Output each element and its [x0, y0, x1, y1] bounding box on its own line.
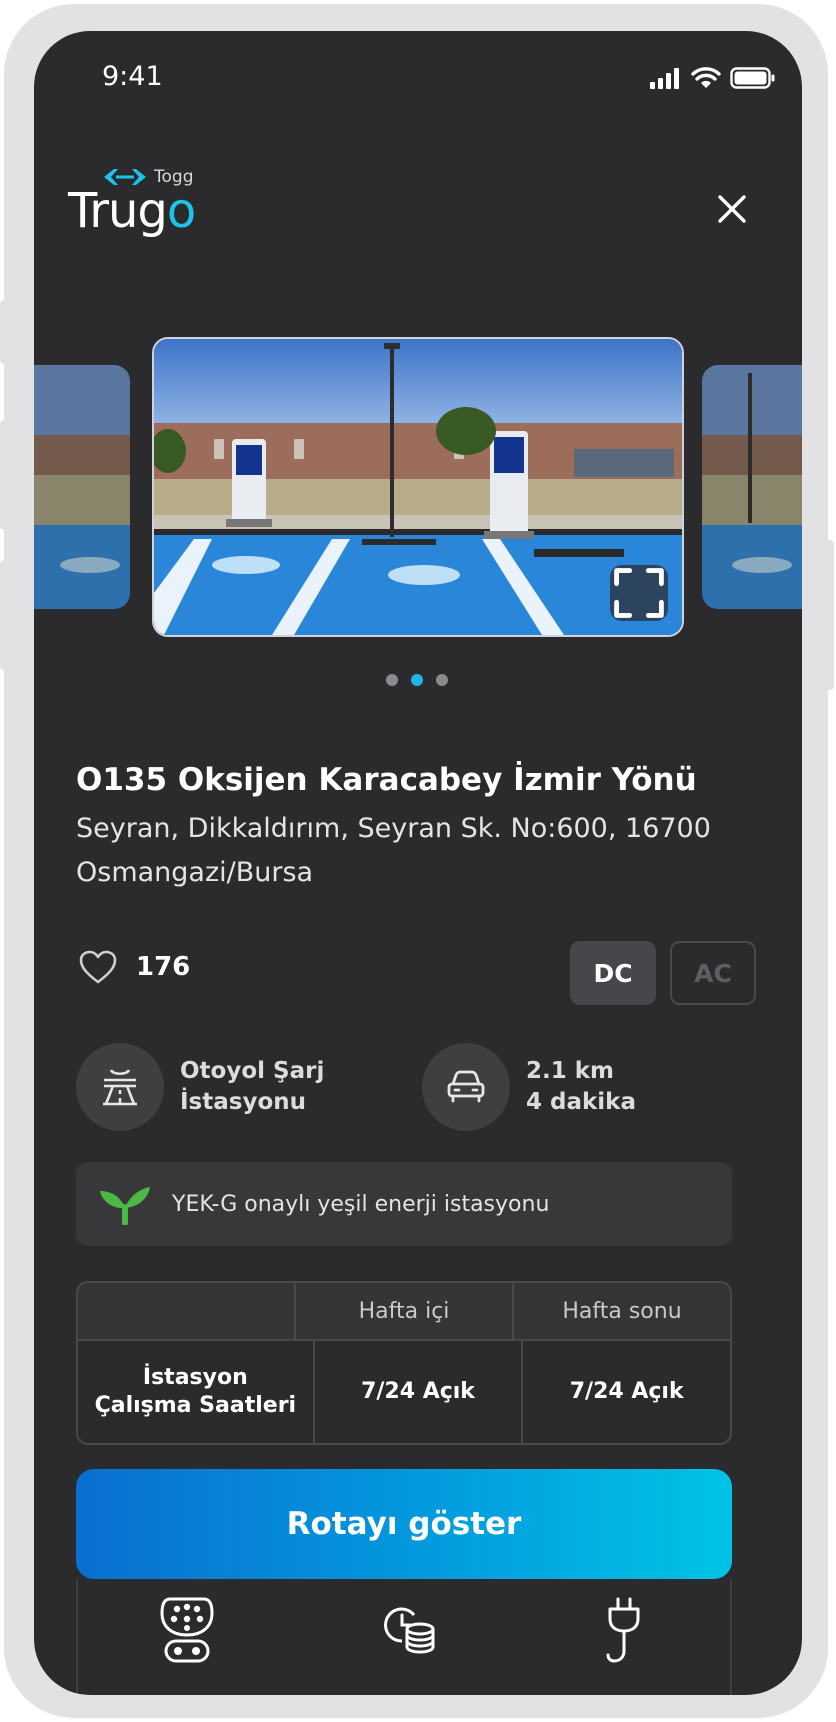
- heart-icon: [79, 950, 117, 984]
- station-title: O135 Oksijen Karacabey İzmir Yönü: [76, 762, 697, 798]
- pagination-dot-active[interactable]: [411, 674, 423, 686]
- station-type-line2: İstasyonu: [180, 1089, 306, 1115]
- device-side-button: [0, 420, 8, 530]
- cellular-signal-icon: [650, 68, 679, 89]
- pagination-dot[interactable]: [386, 674, 398, 686]
- table-row-label: İstasyon Çalışma Saatleri: [78, 1341, 315, 1443]
- gallery-photo-previous[interactable]: [34, 365, 130, 609]
- device-side-button: [0, 560, 8, 670]
- car-icon-circle: [422, 1043, 510, 1131]
- device-side-button: [826, 540, 834, 690]
- duration-text: 4 dakika: [526, 1089, 636, 1115]
- highway-icon-circle: [76, 1043, 164, 1131]
- station-photo[interactable]: [152, 337, 684, 637]
- gallery-photo-next[interactable]: [702, 365, 802, 609]
- weekday-hours: 7/24 Açık: [315, 1341, 524, 1443]
- leaf-sprout-icon: [100, 1187, 150, 1225]
- car-icon: [447, 1070, 485, 1103]
- station-address: Seyran, Dikkaldırım, Seyran Sk. No:600, …: [76, 813, 711, 888]
- table-header-cell: Hafta içi: [296, 1283, 514, 1341]
- distance-text: 2.1 km: [526, 1058, 615, 1084]
- tab-plug[interactable]: [604, 1595, 644, 1665]
- station-type-line1: Otoyol Şarj: [180, 1058, 325, 1084]
- green-energy-banner: YEK-G onaylı yeşil enerji istasyonu: [76, 1162, 732, 1246]
- close-button[interactable]: [712, 189, 752, 229]
- wifi-icon: [691, 67, 721, 88]
- plug-icon: [606, 1597, 640, 1663]
- battery-icon: [730, 67, 775, 89]
- tab-connector[interactable]: [160, 1595, 214, 1665]
- trugo-logo: Togg Trugo: [68, 167, 196, 235]
- tab-time-cost[interactable]: [384, 1605, 436, 1655]
- weekend-hours: 7/24 Açık: [569, 1379, 684, 1404]
- ac-filter-button[interactable]: AC: [670, 941, 756, 1005]
- working-hours-table: Hafta içi Hafta sonu İstasyon Çalışma Sa…: [76, 1281, 732, 1445]
- time-cost-icon: [384, 1607, 435, 1654]
- like-count: 176: [136, 952, 191, 982]
- table-header-cell: [78, 1283, 296, 1341]
- pagination-dot[interactable]: [436, 674, 448, 686]
- show-route-button[interactable]: Rotayı göster: [76, 1469, 732, 1579]
- table-header-cell: Hafta sonu: [514, 1283, 730, 1341]
- gallery-pagination: [386, 674, 448, 686]
- expand-image-button[interactable]: [610, 565, 668, 621]
- status-time: 9:41: [102, 61, 163, 92]
- favorite-button[interactable]: 176: [78, 949, 190, 985]
- table-row: İstasyon Çalışma Saatleri 7/24 Açık 7/24…: [78, 1341, 730, 1443]
- app-screen: 9:41 Togg Trugo O135 Oksijen Karacabey İ…: [34, 31, 802, 1695]
- trugo-logo-text: Trug: [68, 183, 168, 239]
- device-side-button: [0, 300, 8, 364]
- highway-icon: [103, 1069, 137, 1106]
- trugo-logo-accent: o: [166, 183, 196, 239]
- connector-icon: [160, 1597, 214, 1663]
- dc-filter-button[interactable]: DC: [570, 941, 656, 1005]
- green-energy-text: YEK-G onaylı yeşil enerji istasyonu: [172, 1191, 550, 1217]
- distance-info: 2.1 km 4 dakika: [422, 1043, 636, 1131]
- status-icons: [650, 67, 776, 89]
- bottom-tab-panel: [76, 1579, 732, 1695]
- fullscreen-icon: [614, 568, 664, 618]
- station-type-info: Otoyol Şarj İstasyonu: [76, 1043, 324, 1131]
- table-header-row: Hafta içi Hafta sonu: [78, 1283, 730, 1341]
